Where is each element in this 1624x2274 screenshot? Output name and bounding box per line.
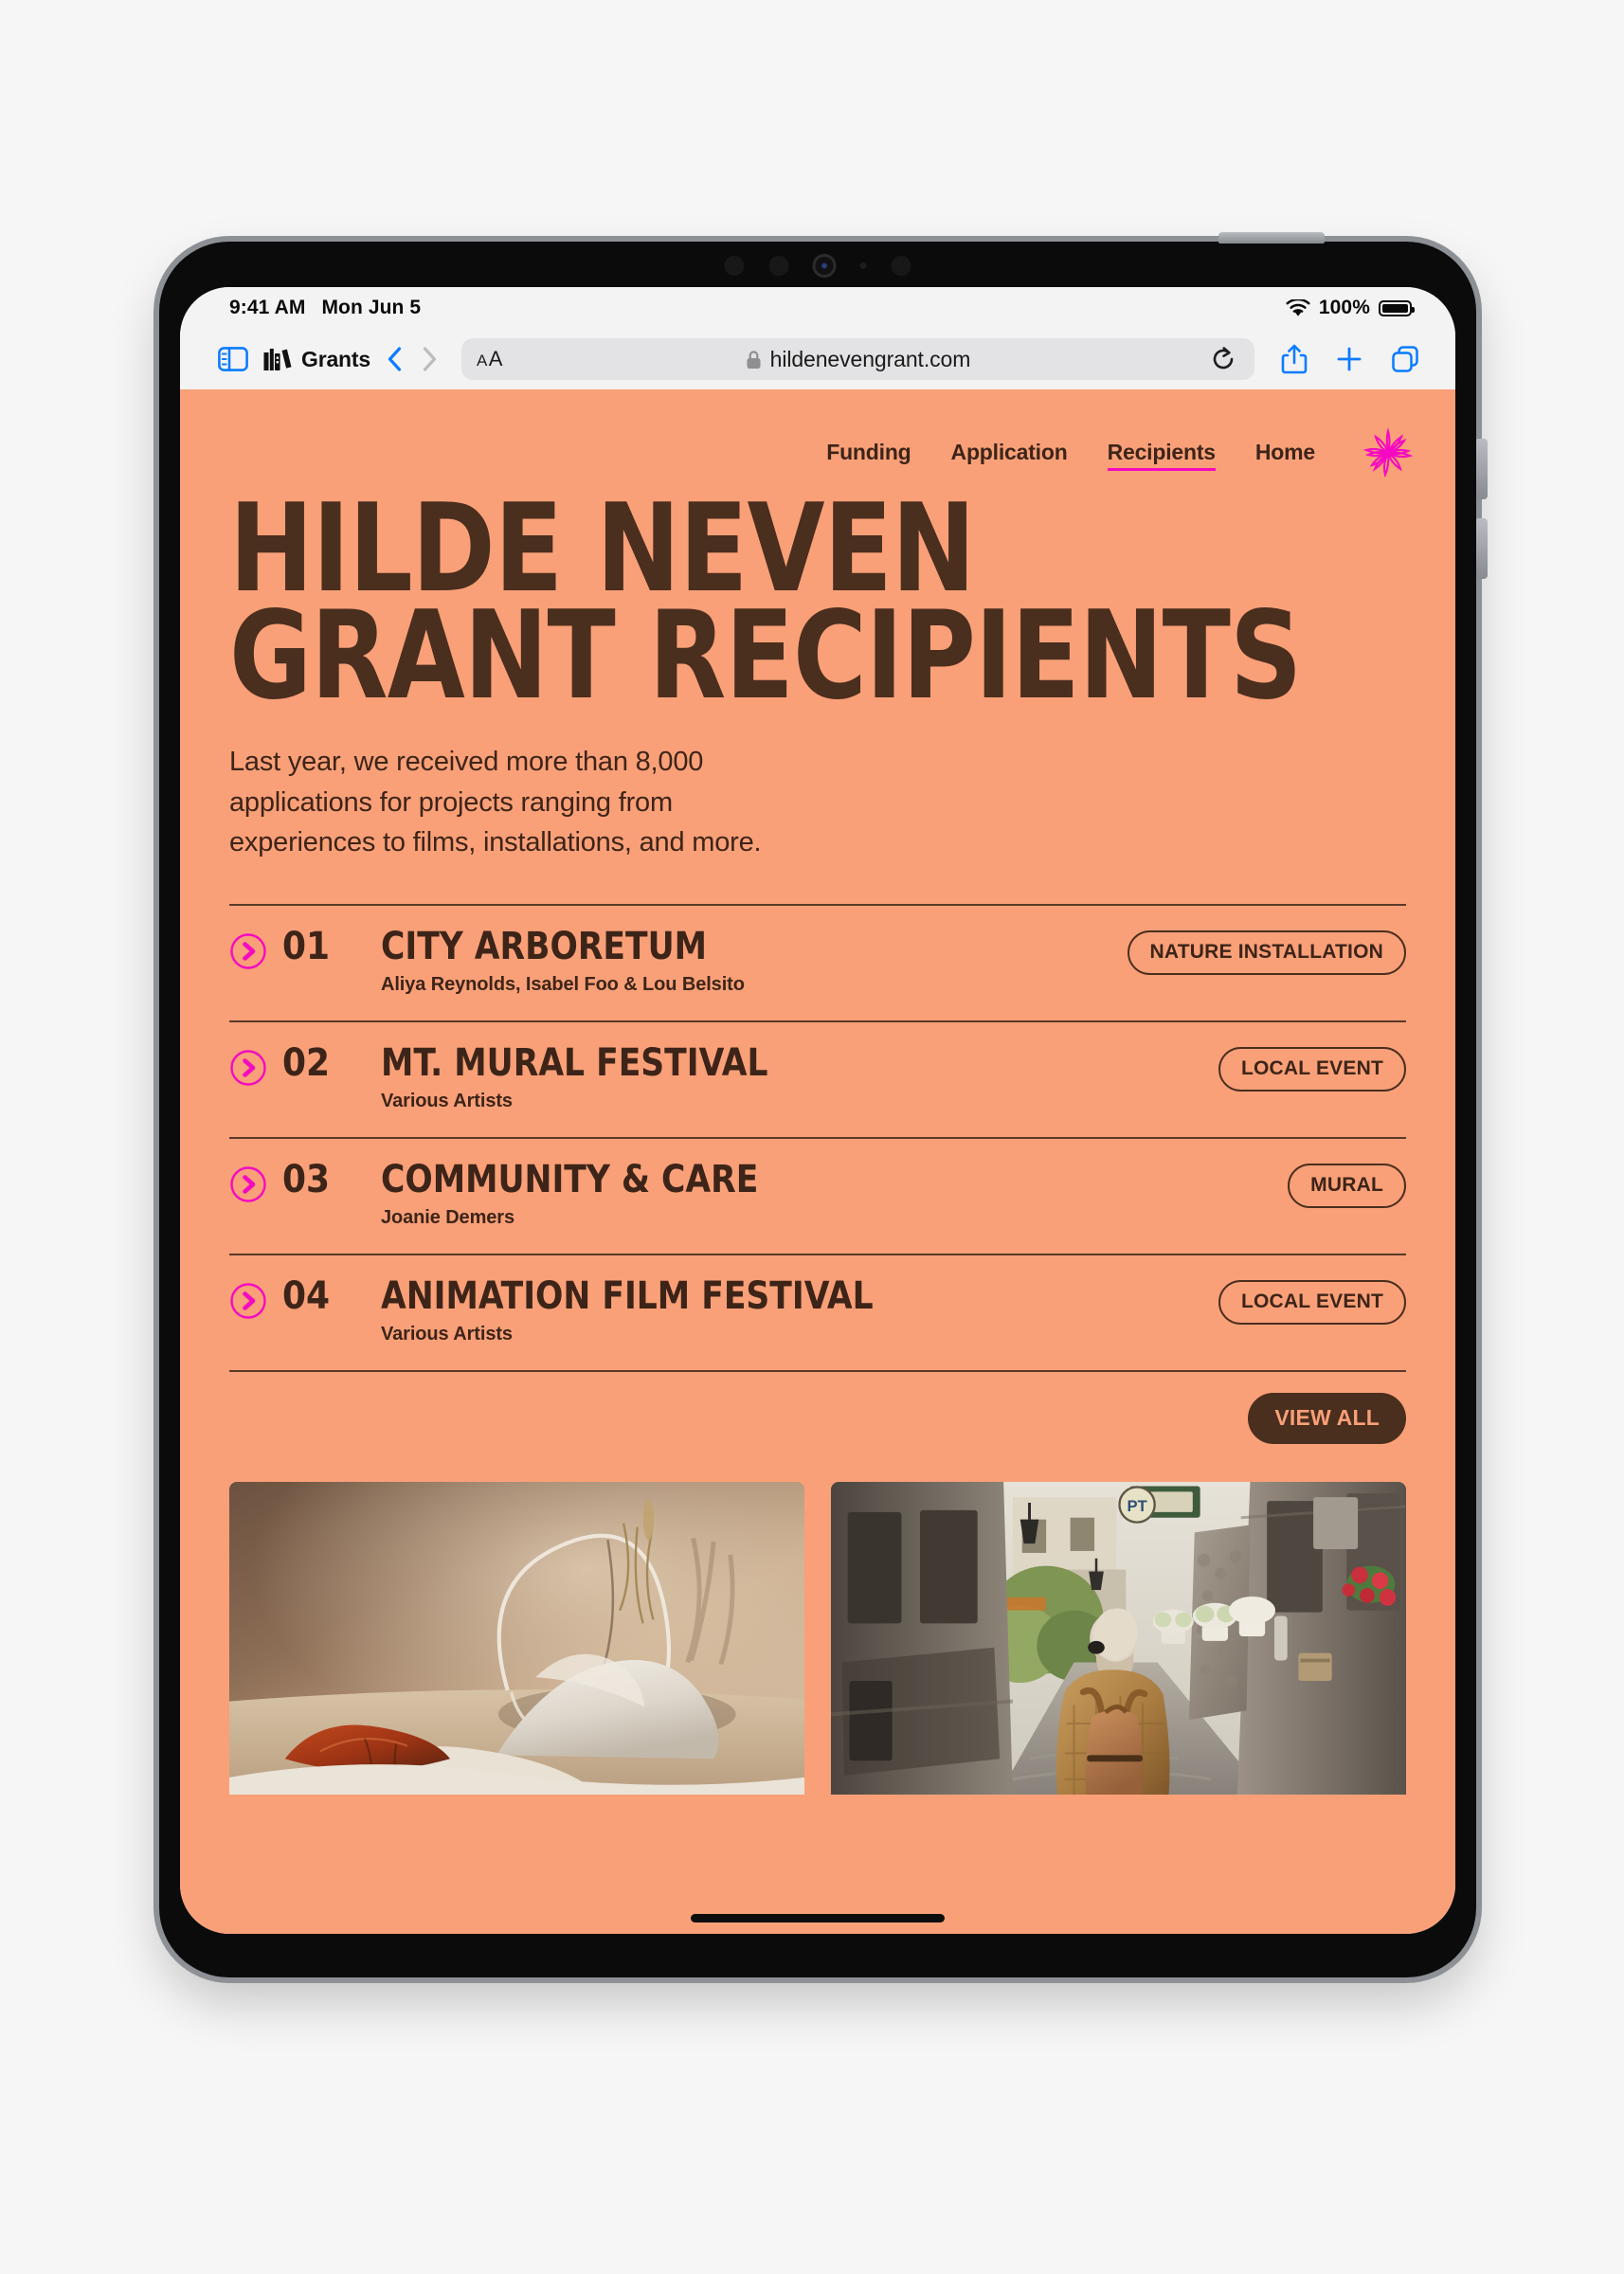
nav-link-recipients[interactable]: Recipients bbox=[1107, 440, 1217, 471]
category-badge[interactable]: MURAL bbox=[1288, 1164, 1406, 1209]
bookmark-folder-label: Grants bbox=[301, 346, 370, 371]
recipient-people: Various Artists bbox=[381, 1091, 513, 1112]
camera-array bbox=[724, 255, 911, 277]
recipient-number: 02 bbox=[282, 1041, 331, 1086]
share-button[interactable] bbox=[1281, 344, 1308, 374]
status-bar: 9:41 AM Mon Jun 5 100% bbox=[180, 287, 1455, 329]
chevron-left-icon bbox=[388, 347, 402, 371]
sensor-dot-icon bbox=[768, 256, 789, 276]
wifi-icon bbox=[1286, 298, 1310, 316]
alley-walk-photo[interactable]: PT bbox=[831, 1482, 1406, 1796]
svg-text:PT: PT bbox=[1127, 1497, 1146, 1515]
still-life-photo[interactable] bbox=[229, 1482, 804, 1796]
bookmark-folder-button[interactable]: Grants bbox=[263, 347, 370, 372]
recipient-number: 04 bbox=[282, 1274, 331, 1319]
recipient-title: ANIMATION FILM FESTIVAL bbox=[381, 1274, 874, 1319]
volume-up-button[interactable] bbox=[1476, 439, 1488, 499]
sidebar-icon[interactable] bbox=[208, 338, 258, 380]
sensor-dot-icon bbox=[724, 256, 745, 276]
view-all-button[interactable]: VIEW ALL bbox=[1248, 1393, 1406, 1445]
text-size-button[interactable]: AAAA bbox=[477, 347, 503, 371]
share-icon bbox=[1281, 344, 1308, 374]
recipient-title: MT. MURAL FESTIVAL bbox=[381, 1041, 768, 1086]
new-tab-button[interactable] bbox=[1336, 346, 1362, 372]
category-badge[interactable]: LOCAL EVENT bbox=[1218, 1047, 1406, 1092]
recipient-people: Various Artists bbox=[381, 1324, 513, 1345]
recipient-badge-wrap: LOCAL EVENT bbox=[1093, 1276, 1406, 1326]
tabs-icon bbox=[1392, 346, 1418, 372]
nav-link-application[interactable]: Application bbox=[951, 440, 1068, 471]
recipient-title: CITY ARBORETUM bbox=[381, 925, 708, 969]
url-text: hildenevengrant.com bbox=[769, 346, 971, 371]
sensor-dot-icon bbox=[891, 256, 911, 276]
chevron-right-icon bbox=[423, 347, 437, 371]
show-tabs-button[interactable] bbox=[1391, 345, 1419, 373]
hero-intro-line-1: Last year, we received more than 8,000 bbox=[229, 747, 704, 778]
power-button[interactable] bbox=[1218, 232, 1325, 244]
books-icon bbox=[263, 349, 292, 370]
page-title-line-2: GRANT RECIPIENTS bbox=[229, 585, 1302, 727]
recipient-row[interactable]: 04 ANIMATION FILM FESTIVAL Various Artis… bbox=[229, 1254, 1406, 1370]
status-bar-right: 100% bbox=[1286, 297, 1415, 319]
circle-arrow-right-icon[interactable] bbox=[229, 1043, 282, 1092]
forward-button[interactable] bbox=[423, 347, 437, 371]
address-bar[interactable]: AAAA hildenevengrant.com bbox=[460, 338, 1254, 380]
volume-down-button[interactable] bbox=[1476, 518, 1488, 579]
battery-percent-label: 100% bbox=[1318, 297, 1370, 318]
category-badge[interactable]: LOCAL EVENT bbox=[1218, 1280, 1406, 1326]
plus-icon bbox=[1337, 347, 1362, 371]
circle-arrow-right-icon[interactable] bbox=[229, 927, 282, 975]
lock-icon bbox=[747, 350, 761, 369]
status-date: Mon Jun 5 bbox=[321, 297, 422, 318]
toolbar-right-actions bbox=[1281, 344, 1419, 374]
navigation-arrows bbox=[388, 347, 437, 371]
recipient-people: Joanie Demers bbox=[381, 1207, 514, 1229]
recipient-row[interactable]: 03 COMMUNITY & CARE Joanie Demers MURAL bbox=[229, 1137, 1406, 1254]
recipient-details: MT. MURAL FESTIVAL Various Artists bbox=[381, 1043, 1093, 1112]
address-bar-content: hildenevengrant.com bbox=[461, 347, 1254, 372]
photo-gallery: PT bbox=[229, 1482, 1406, 1796]
screenshot-stage: 9:41 AM Mon Jun 5 100% Grants A A hilden… bbox=[0, 0, 1624, 2274]
recipients-list: 01 CITY ARBORETUM Aliya Reynolds, Isabel… bbox=[229, 904, 1406, 1370]
ipad-screen: 9:41 AM Mon Jun 5 100% Grants A A hilden… bbox=[180, 287, 1455, 1934]
ipad-device: 9:41 AM Mon Jun 5 100% Grants A A hilden… bbox=[153, 232, 1488, 1983]
web-page-content: Funding Application Recipients Home HILD… bbox=[180, 389, 1455, 1934]
back-button[interactable] bbox=[388, 347, 402, 371]
recipient-details: COMMUNITY & CARE Joanie Demers bbox=[381, 1160, 1093, 1229]
recipient-details: CITY ARBORETUM Aliya Reynolds, Isabel Fo… bbox=[381, 927, 1093, 996]
circle-arrow-right-icon[interactable] bbox=[229, 1160, 282, 1208]
reload-button[interactable] bbox=[1207, 347, 1239, 371]
hero-intro-line-3: experiences to films, installations, and… bbox=[229, 826, 762, 857]
hero-intro-paragraph: Last year, we received more than 8,000 a… bbox=[229, 742, 836, 862]
recipient-row[interactable]: 01 CITY ARBORETUM Aliya Reynolds, Isabel… bbox=[229, 904, 1406, 1020]
category-badge[interactable]: NATURE INSTALLATION bbox=[1127, 930, 1406, 976]
status-time: 9:41 AM bbox=[229, 297, 306, 318]
page-title: HILDE NEVEN GRANT RECIPIENTS bbox=[229, 489, 1312, 717]
circle-arrow-right-icon[interactable] bbox=[229, 1276, 282, 1325]
recipient-number: 03 bbox=[282, 1158, 331, 1202]
hero-section: HILDE NEVEN GRANT RECIPIENTS Last year, … bbox=[180, 483, 1455, 862]
recipient-title: COMMUNITY & CARE bbox=[381, 1158, 759, 1202]
recipient-details: ANIMATION FILM FESTIVAL Various Artists bbox=[381, 1276, 1093, 1345]
recipient-row[interactable]: 02 MT. MURAL FESTIVAL Various Artists LO… bbox=[229, 1020, 1406, 1137]
flower-starburst-icon[interactable] bbox=[1362, 427, 1414, 483]
hero-intro-line-2: applications for projects ranging from bbox=[229, 786, 673, 818]
nav-link-funding[interactable]: Funding bbox=[826, 440, 911, 471]
browser-toolbar: Grants AAAA bbox=[180, 329, 1455, 389]
status-bar-left: 9:41 AM Mon Jun 5 bbox=[229, 297, 421, 319]
front-camera-icon bbox=[813, 255, 836, 277]
recipient-number: 01 bbox=[282, 925, 331, 969]
recipient-badge-wrap: NATURE INSTALLATION bbox=[1093, 927, 1406, 976]
list-footer: VIEW ALL bbox=[229, 1370, 1406, 1445]
recipient-badge-wrap: LOCAL EVENT bbox=[1093, 1043, 1406, 1092]
recipient-people: Aliya Reynolds, Isabel Foo & Lou Belsito bbox=[381, 974, 745, 996]
home-indicator[interactable] bbox=[691, 1914, 945, 1922]
nav-link-home[interactable]: Home bbox=[1255, 440, 1315, 471]
reload-icon bbox=[1213, 347, 1233, 370]
microphone-icon bbox=[859, 262, 867, 269]
battery-full-icon bbox=[1379, 299, 1415, 316]
site-navigation: Funding Application Recipients Home bbox=[180, 389, 1455, 483]
recipient-badge-wrap: MURAL bbox=[1093, 1160, 1406, 1209]
